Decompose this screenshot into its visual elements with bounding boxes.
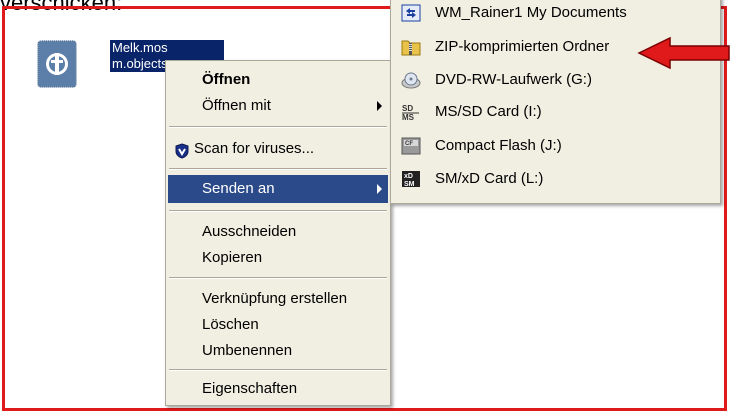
menu-item-label: Compact Flash (J:) [435,137,562,154]
compact-flash-icon: CF [401,137,421,155]
context-menu: Öffnen Öffnen mit Scan for viruses... Se… [165,60,391,406]
menu-item-label: Umbenennen [202,342,293,359]
menu-item-open-with[interactable]: Öffnen mit [168,92,388,120]
sync-icon [401,4,421,22]
menu-item-properties[interactable]: Eigenschaften [168,375,388,403]
submenu-arrow-icon [377,101,382,111]
menu-item-label: MS/SD Card (I:) [435,103,542,120]
menu-item-delete[interactable]: Löschen [168,311,388,339]
svg-text:SD: SD [402,104,413,113]
svg-text:MS: MS [402,113,415,121]
submenu-arrow-icon [377,184,382,194]
menu-item-label: ZIP-komprimierten Ordner [435,38,610,55]
menu-item-send-to[interactable]: Senden an [168,175,388,203]
menu-item-copy[interactable]: Kopieren [168,244,388,272]
menu-separator [169,126,387,128]
menu-item-label: Eigenschaften [202,380,298,397]
menu-separator [169,168,387,170]
send-to-item-my-documents[interactable]: WM_Rainer1 My Documents [393,0,718,27]
menu-separator [169,369,387,371]
menu-item-label: Verknüpfung erstellen [202,290,348,307]
menu-item-label: Ausschneiden [202,223,297,240]
pointer-arrow-icon [637,36,730,70]
xd-card-icon: xD SM [401,170,421,188]
svg-text:CF: CF [405,141,413,147]
menu-item-label: Öffnen [202,71,251,88]
menu-item-label: Löschen [202,316,259,333]
send-to-item-sm-xd-card[interactable]: xD SM SM/xD Card (L:) [393,165,718,193]
menu-item-create-shortcut[interactable]: Verknüpfung erstellen [168,285,388,313]
shield-icon [174,141,190,159]
menu-separator [169,277,387,279]
dvd-drive-icon [401,71,421,89]
menu-item-label: SM/xD Card (L:) [435,170,544,187]
menu-separator [169,210,387,212]
menu-item-label: Senden an [202,180,275,197]
send-to-item-ms-sd-card[interactable]: SD MS MS/SD Card (I:) [393,98,718,126]
menu-item-open[interactable]: Öffnen [168,66,388,94]
menu-item-rename[interactable]: Umbenennen [168,337,388,365]
zip-folder-icon [401,38,421,56]
file-name-line1: Melk.mos [110,40,224,56]
send-to-submenu: WM_Rainer1 My Documents ZIP-komprimierte… [390,0,721,204]
menu-item-scan-viruses[interactable]: Scan for viruses... [168,135,388,163]
menu-item-label: Scan for viruses... [194,140,315,157]
mos-file-icon[interactable] [37,40,77,88]
menu-item-cut[interactable]: Ausschneiden [168,218,388,246]
svg-text:SM: SM [404,181,415,188]
menu-item-label: Öffnen mit [202,97,271,114]
menu-item-label: WM_Rainer1 My Documents [435,4,627,21]
sd-card-icon: SD MS [401,103,421,122]
menu-item-label: Kopieren [202,249,263,266]
svg-text:xD: xD [404,173,413,180]
send-to-item-compact-flash[interactable]: CF Compact Flash (J:) [393,132,718,160]
menu-item-label: DVD-RW-Laufwerk (G:) [435,71,592,88]
